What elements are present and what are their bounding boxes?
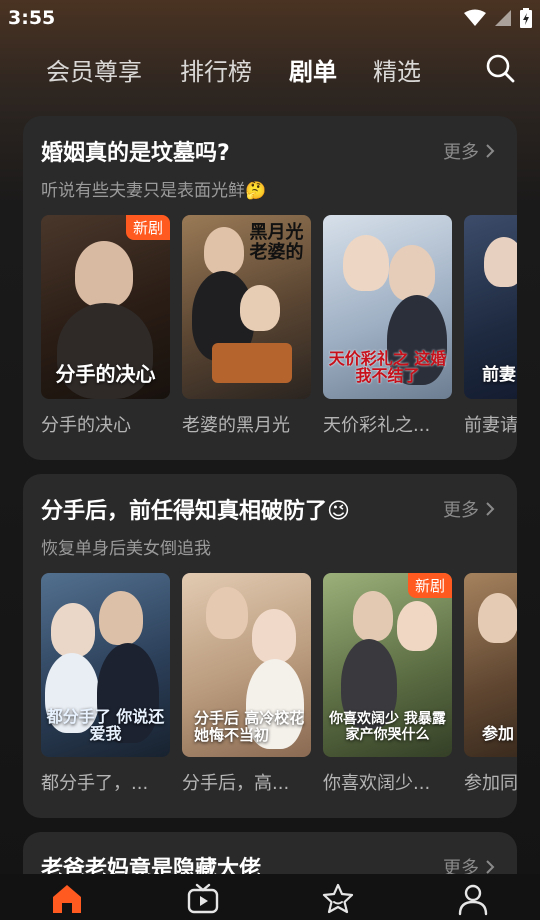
playlist-subtitle: 恢复单身后美女倒追我	[41, 539, 211, 559]
tab-vip[interactable]: 会员尊享	[46, 52, 142, 87]
poster-row[interactable]: 分手的决心 新剧 分手的决心 黑月光 老婆的 老婆的黑月光 天价彩礼之 这婚我不…	[41, 215, 517, 445]
playlist-title: 老爸老妈竟是隐藏大佬	[41, 857, 262, 874]
drama-name: 你喜欢阔少...	[323, 773, 431, 794]
drama-poster: 分手的决心 新剧	[41, 215, 170, 399]
drama-item[interactable]: 黑月光 老婆的 老婆的黑月光	[182, 215, 311, 437]
playlist-subtitle: 听说有些夫妻只是表面光鲜🤔	[41, 181, 267, 201]
status-time: 3:55	[8, 7, 56, 29]
more-button[interactable]: 更多	[443, 496, 495, 522]
drama-poster: 参加 我惊	[464, 573, 517, 757]
drama-name: 老婆的黑月光	[182, 415, 290, 436]
bottom-nav	[0, 874, 540, 920]
drama-name: 分手后，高...	[182, 773, 290, 794]
playlist-card: 分手后，前任得知真相破防了😉 更多 恢复单身后美女倒追我 都分手了 你说还爱我 …	[23, 474, 517, 818]
playlist-title: 分手后，前任得知真相破防了😉	[41, 499, 350, 524]
drama-item[interactable]: 天价彩礼之 这婚我不结了 天价彩礼之...	[323, 215, 452, 437]
top-nav: 会员尊享 排行榜 剧单 精选	[0, 48, 540, 90]
wifi-icon	[464, 9, 486, 26]
drama-name: 都分手了，...	[41, 773, 149, 794]
status-bar: 3:55	[0, 0, 540, 36]
poster-title-art: 参加 我惊	[482, 724, 517, 744]
drama-item[interactable]: 分手后 高冷校花 她悔不当初 分手后，高...	[182, 573, 311, 795]
drama-poster: 黑月光 老婆的	[182, 215, 311, 399]
drama-name: 分手的决心	[41, 415, 131, 436]
poster-title-art: 前妻 我已	[482, 365, 517, 386]
drama-item[interactable]: 你喜欢阔少 我暴露家产你哭什么 新剧 你喜欢阔少...	[323, 573, 452, 795]
drama-poster: 天价彩礼之 这婚我不结了	[323, 215, 452, 399]
new-badge: 新剧	[407, 573, 452, 598]
poster-title-art: 都分手了 你说还爱我	[46, 706, 165, 744]
playlist-title: 婚姻真的是坟墓吗?	[41, 141, 230, 166]
more-label: 更多	[443, 142, 479, 163]
poster-title-art: 黑月光 老婆的	[249, 222, 304, 263]
drama-item[interactable]: 都分手了 你说还爱我 都分手了，...	[41, 573, 170, 795]
drama-name: 天价彩礼之...	[323, 415, 431, 436]
drama-poster: 分手后 高冷校花 她悔不当初	[182, 573, 311, 757]
drama-name: 参加同	[464, 773, 517, 794]
star-icon[interactable]	[321, 882, 355, 916]
playlist-feed[interactable]: 婚姻真的是坟墓吗? 更多 听说有些夫妻只是表面光鲜🤔 分手的决心 新剧 分手的决…	[0, 116, 540, 874]
tab-ranking[interactable]: 排行榜	[180, 52, 252, 87]
more-button[interactable]: 更多	[443, 854, 495, 874]
chevron-right-icon	[486, 860, 495, 874]
chevron-right-icon	[486, 502, 495, 516]
poster-title-art: 天价彩礼之 这婚我不结了	[328, 348, 447, 386]
status-icons	[464, 8, 532, 28]
more-label: 更多	[443, 500, 479, 521]
poster-title-art: 分手的决心	[55, 362, 156, 386]
drama-item[interactable]: 前妻 我已 前妻请	[464, 215, 517, 437]
tv-icon[interactable]	[186, 882, 220, 916]
drama-poster: 你喜欢阔少 我暴露家产你哭什么 新剧	[323, 573, 452, 757]
home-icon[interactable]	[50, 882, 84, 916]
search-icon[interactable]	[484, 52, 516, 84]
playlist-card: 婚姻真的是坟墓吗? 更多 听说有些夫妻只是表面光鲜🤔 分手的决心 新剧 分手的决…	[23, 116, 517, 460]
chevron-right-icon	[486, 144, 495, 158]
drama-item[interactable]: 分手的决心 新剧 分手的决心	[41, 215, 170, 437]
playlist-card: 老爸老妈竟是隐藏大佬 更多	[23, 832, 517, 874]
drama-item[interactable]: 参加 我惊 参加同	[464, 573, 517, 795]
profile-icon[interactable]	[456, 882, 490, 916]
battery-icon	[520, 8, 532, 28]
drama-poster: 前妻 我已	[464, 215, 517, 399]
more-label: 更多	[443, 858, 479, 874]
poster-title-art: 分手后 高冷校花 她悔不当初	[194, 709, 305, 744]
tab-playlist[interactable]: 剧单	[289, 52, 337, 87]
more-button[interactable]: 更多	[443, 138, 495, 164]
drama-name: 前妻请	[464, 415, 517, 436]
signal-icon	[495, 10, 511, 26]
poster-title-art: 你喜欢阔少 我暴露家产你哭什么	[329, 711, 446, 743]
poster-row[interactable]: 都分手了 你说还爱我 都分手了，... 分手后 高冷校花 她悔不当初 分手后，高…	[41, 573, 517, 803]
drama-poster: 都分手了 你说还爱我	[41, 573, 170, 757]
tab-featured[interactable]: 精选	[373, 52, 421, 87]
new-badge: 新剧	[125, 215, 170, 240]
